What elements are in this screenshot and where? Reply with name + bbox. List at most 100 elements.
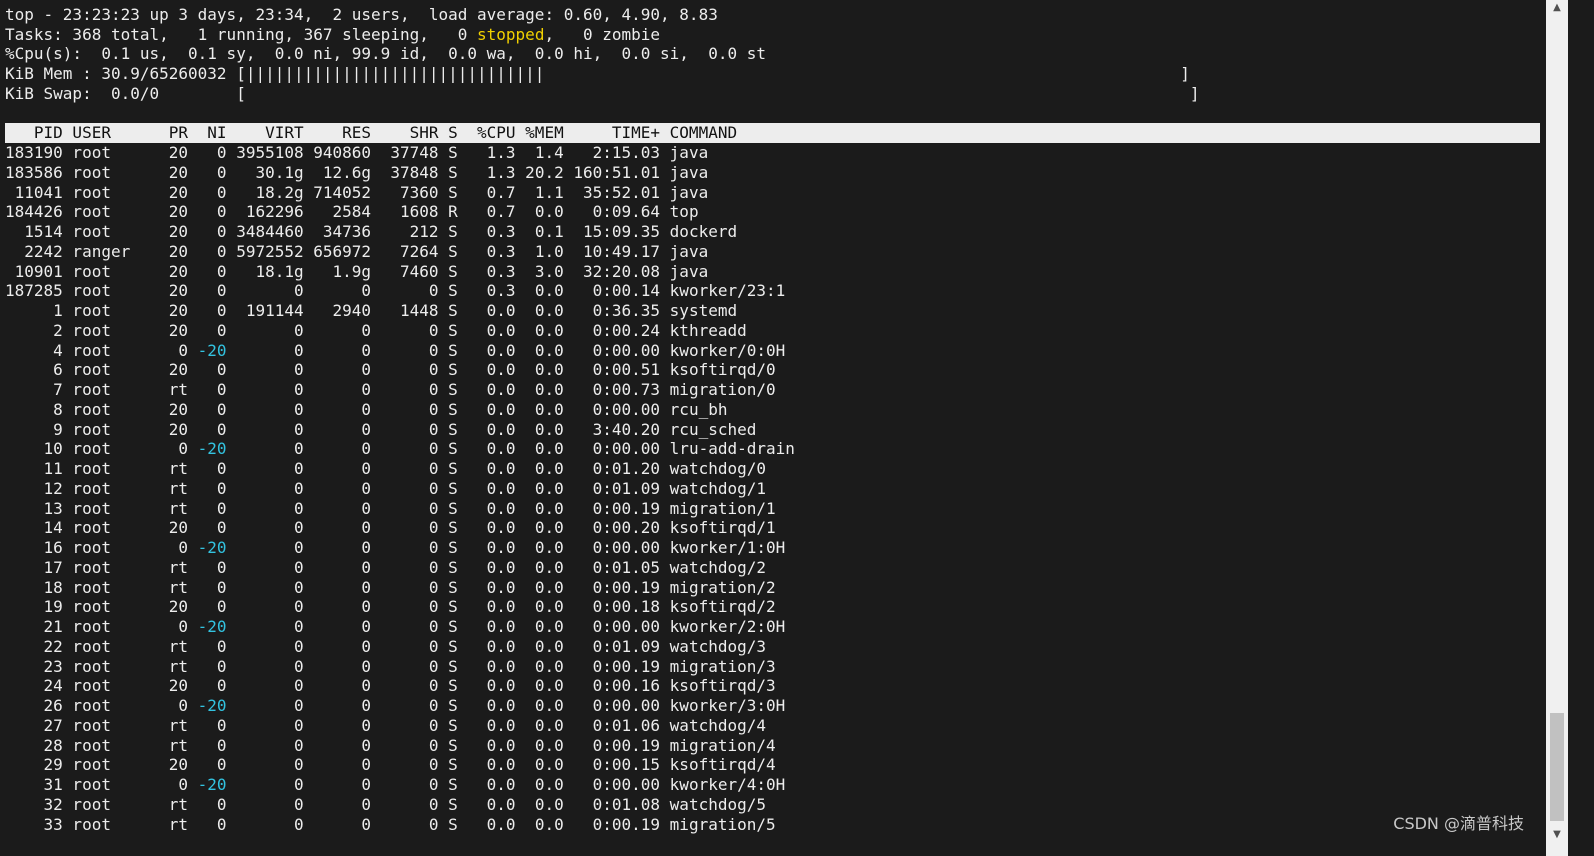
row-lead: 1514 root 20 xyxy=(5,222,217,241)
nice-value: 0 xyxy=(216,577,227,597)
nice-value: -20 xyxy=(197,439,227,459)
row-lead: 26 root 0 xyxy=(5,696,198,715)
table-row: 8 root 20 0 0 0 0 S 0.0 0.0 0:00.00 rcu_… xyxy=(5,400,727,420)
table-row: 2 root 20 0 0 0 0 S 0.0 0.0 0:00.24 kthr… xyxy=(5,321,747,341)
table-row: 10901 root 20 0 18.1g 1.9g 7460 S 0.3 3.… xyxy=(5,261,709,282)
table-row: 16 root 0 -20 0 0 0 S 0.0 0.0 0:00.00 kw… xyxy=(5,538,786,558)
table-row: 187285 root 20 0 0 0 0 S 0.3 0.0 0:00.14… xyxy=(5,281,785,301)
chevron-down-icon[interactable]: ▼ xyxy=(1550,829,1564,841)
tasks-line: Tasks: 368 total, 1 running, 367 sleepin… xyxy=(5,25,660,45)
row-rest: 0 0 0 S 0.0 0.0 0:00.19 migration/3 xyxy=(226,656,776,676)
table-row: 33 root rt 0 0 0 0 S 0.0 0.0 0:00.19 mig… xyxy=(5,815,776,835)
cpu-line: %Cpu(s): 0.1 us, 0.1 sy, 0.0 ni, 99.9 id… xyxy=(5,44,766,63)
table-row: 14 root 20 0 0 0 0 S 0.0 0.0 0:00.20 kso… xyxy=(5,518,776,538)
row-lead: 184426 root 20 xyxy=(5,202,217,222)
table-row: 22 root rt 0 0 0 0 S 0.0 0.0 0:01.09 wat… xyxy=(5,637,766,657)
chevron-up-icon[interactable]: ▲ xyxy=(1550,2,1564,14)
row-lead: 14 root 20 xyxy=(5,518,217,538)
row-rest: 0 0 0 S 0.3 0.0 0:00.14 kworker/23:1 xyxy=(226,281,786,301)
nice-value: 0 xyxy=(216,419,227,439)
row-rest: 191144 2940 1448 S 0.0 0.0 0:36.35 syste… xyxy=(226,301,738,320)
table-row: 31 root 0 -20 0 0 0 S 0.0 0.0 0:00.00 kw… xyxy=(5,775,786,795)
table-row: 17 root rt 0 0 0 0 S 0.0 0.0 0:01.05 wat… xyxy=(5,558,766,578)
row-lead: 4 root 0 xyxy=(5,340,198,360)
table-row: 23 root rt 0 0 0 0 S 0.0 0.0 0:00.19 mig… xyxy=(5,657,776,677)
row-lead: 21 root 0 xyxy=(5,617,198,636)
nice-value: -20 xyxy=(197,340,227,360)
nice-value: 0 xyxy=(216,676,227,696)
row-lead: 32 root rt xyxy=(5,794,217,814)
nice-value: 0 xyxy=(216,222,227,241)
row-rest: 0 0 0 S 0.0 0.0 0:00.00 kworker/0:0H xyxy=(226,340,786,360)
row-rest: 0 0 0 S 0.0 0.0 0:00.00 kworker/2:0H xyxy=(226,617,786,636)
row-lead: 10901 root 20 xyxy=(5,261,217,281)
nice-value: 0 xyxy=(216,636,227,656)
nice-value: 0 xyxy=(216,715,227,735)
table-row: 2242 ranger 20 0 5972552 656972 7264 S 0… xyxy=(5,242,708,262)
row-rest: 30.1g 12.6g 37848 S 1.3 20.2 160:51.01 j… xyxy=(226,162,709,182)
nice-value: 0 xyxy=(216,794,227,814)
terminal-window[interactable]: top - 23:23:23 up 3 days, 23:34, 2 users… xyxy=(0,0,1568,856)
nice-value: 0 xyxy=(216,498,227,518)
watermark: CSDN @滴普科技 xyxy=(1393,814,1524,833)
row-rest: 0 0 0 S 0.0 0.0 0:00.73 migration/0 xyxy=(226,380,776,399)
row-rest: 0 0 0 S 0.0 0.0 0:01.05 watchdog/2 xyxy=(226,557,766,577)
row-lead: 10 root 0 xyxy=(5,439,198,459)
table-row: 24 root 20 0 0 0 0 S 0.0 0.0 0:00.16 kso… xyxy=(5,676,776,696)
table-row: 7 root rt 0 0 0 0 S 0.0 0.0 0:00.73 migr… xyxy=(5,380,776,400)
row-rest: 0 0 0 S 0.0 0.0 0:00.00 kworker/4:0H xyxy=(226,775,786,794)
row-rest: 0 0 0 S 0.0 0.0 0:00.19 migration/2 xyxy=(226,577,776,597)
row-lead: 18 root rt xyxy=(5,577,217,597)
table-row: 27 root rt 0 0 0 0 S 0.0 0.0 0:01.06 wat… xyxy=(5,716,766,736)
swap-line: KiB Swap: 0.0/0 [ ] xyxy=(5,84,1200,103)
uptime-line: top - 23:23:23 up 3 days, 23:34, 2 users… xyxy=(5,5,718,24)
nice-value: 0 xyxy=(216,143,227,162)
nice-value: 0 xyxy=(216,241,227,261)
row-rest: 0 0 0 S 0.0 0.0 0:00.51 ksoftirqd/0 xyxy=(226,360,776,380)
row-rest: 0 0 0 S 0.0 0.0 0:01.08 watchdog/5 xyxy=(226,794,766,814)
row-lead: 11041 root 20 xyxy=(5,182,217,202)
row-lead: 13 root rt xyxy=(5,498,217,518)
table-row: 21 root 0 -20 0 0 0 S 0.0 0.0 0:00.00 kw… xyxy=(5,617,786,637)
row-lead: 187285 root 20 xyxy=(5,281,217,301)
row-lead: 29 root 20 xyxy=(5,755,217,775)
nice-value: 0 xyxy=(216,656,227,676)
table-row: 19 root 20 0 0 0 0 S 0.0 0.0 0:00.18 kso… xyxy=(5,597,776,617)
row-rest: 3955108 940860 37748 S 1.3 1.4 2:15.03 j… xyxy=(226,143,709,162)
nice-value: 0 xyxy=(216,735,227,755)
table-row: 10 root 0 -20 0 0 0 S 0.0 0.0 0:00.00 lr… xyxy=(5,439,795,459)
nice-value: 0 xyxy=(216,478,227,498)
row-rest: 0 0 0 S 0.0 0.0 0:00.00 kworker/1:0H xyxy=(226,538,786,557)
row-rest: 0 0 0 S 0.0 0.0 0:00.24 kthreadd xyxy=(226,320,747,340)
table-row: 4 root 0 -20 0 0 0 S 0.0 0.0 0:00.00 kwo… xyxy=(5,341,785,361)
vertical-scrollbar[interactable]: ▲ ▼ xyxy=(1546,0,1568,856)
row-lead: 183190 root 20 xyxy=(5,143,217,162)
row-lead: 7 root rt xyxy=(5,380,217,399)
row-rest: 0 0 0 S 0.0 0.0 0:00.15 ksoftirqd/4 xyxy=(226,755,776,775)
nice-value: 0 xyxy=(216,399,227,419)
table-row: 29 root 20 0 0 0 0 S 0.0 0.0 0:00.15 kso… xyxy=(5,755,776,775)
nice-value: -20 xyxy=(197,696,227,715)
row-rest: 0 0 0 S 0.0 0.0 0:00.19 migration/1 xyxy=(226,498,776,518)
row-lead: 8 root 20 xyxy=(5,399,217,419)
row-lead: 16 root 0 xyxy=(5,538,198,557)
column-headers: PID USER PR NI VIRT RES SHR S %CPU %MEM … xyxy=(5,123,738,142)
row-rest: 18.2g 714052 7360 S 0.7 1.1 35:52.01 jav… xyxy=(226,182,709,202)
mem-line: KiB Mem : 30.9/65260032 [|||||||||||||||… xyxy=(5,64,1190,83)
scroll-thumb[interactable] xyxy=(1550,713,1564,821)
row-rest: 0 0 0 S 0.0 0.0 0:00.00 rcu_bh xyxy=(226,399,728,419)
table-row: 13 root rt 0 0 0 0 S 0.0 0.0 0:00.19 mig… xyxy=(5,499,776,519)
nice-value: 0 xyxy=(216,597,227,617)
row-lead: 6 root 20 xyxy=(5,360,217,380)
table-row: 11041 root 20 0 18.2g 714052 7360 S 0.7 … xyxy=(5,182,709,203)
row-lead: 11 root rt xyxy=(5,459,217,478)
nice-value: 0 xyxy=(216,301,227,320)
row-lead: 12 root rt xyxy=(5,478,217,498)
table-row: 18 root rt 0 0 0 0 S 0.0 0.0 0:00.19 mig… xyxy=(5,578,776,598)
row-lead: 24 root 20 xyxy=(5,676,217,696)
table-row: 26 root 0 -20 0 0 0 S 0.0 0.0 0:00.00 kw… xyxy=(5,696,786,716)
row-rest: 0 0 0 S 0.0 0.0 3:40.20 rcu_sched xyxy=(226,419,757,439)
row-lead: 28 root rt xyxy=(5,735,217,755)
row-lead: 9 root 20 xyxy=(5,419,217,439)
nice-value: 0 xyxy=(216,320,227,340)
